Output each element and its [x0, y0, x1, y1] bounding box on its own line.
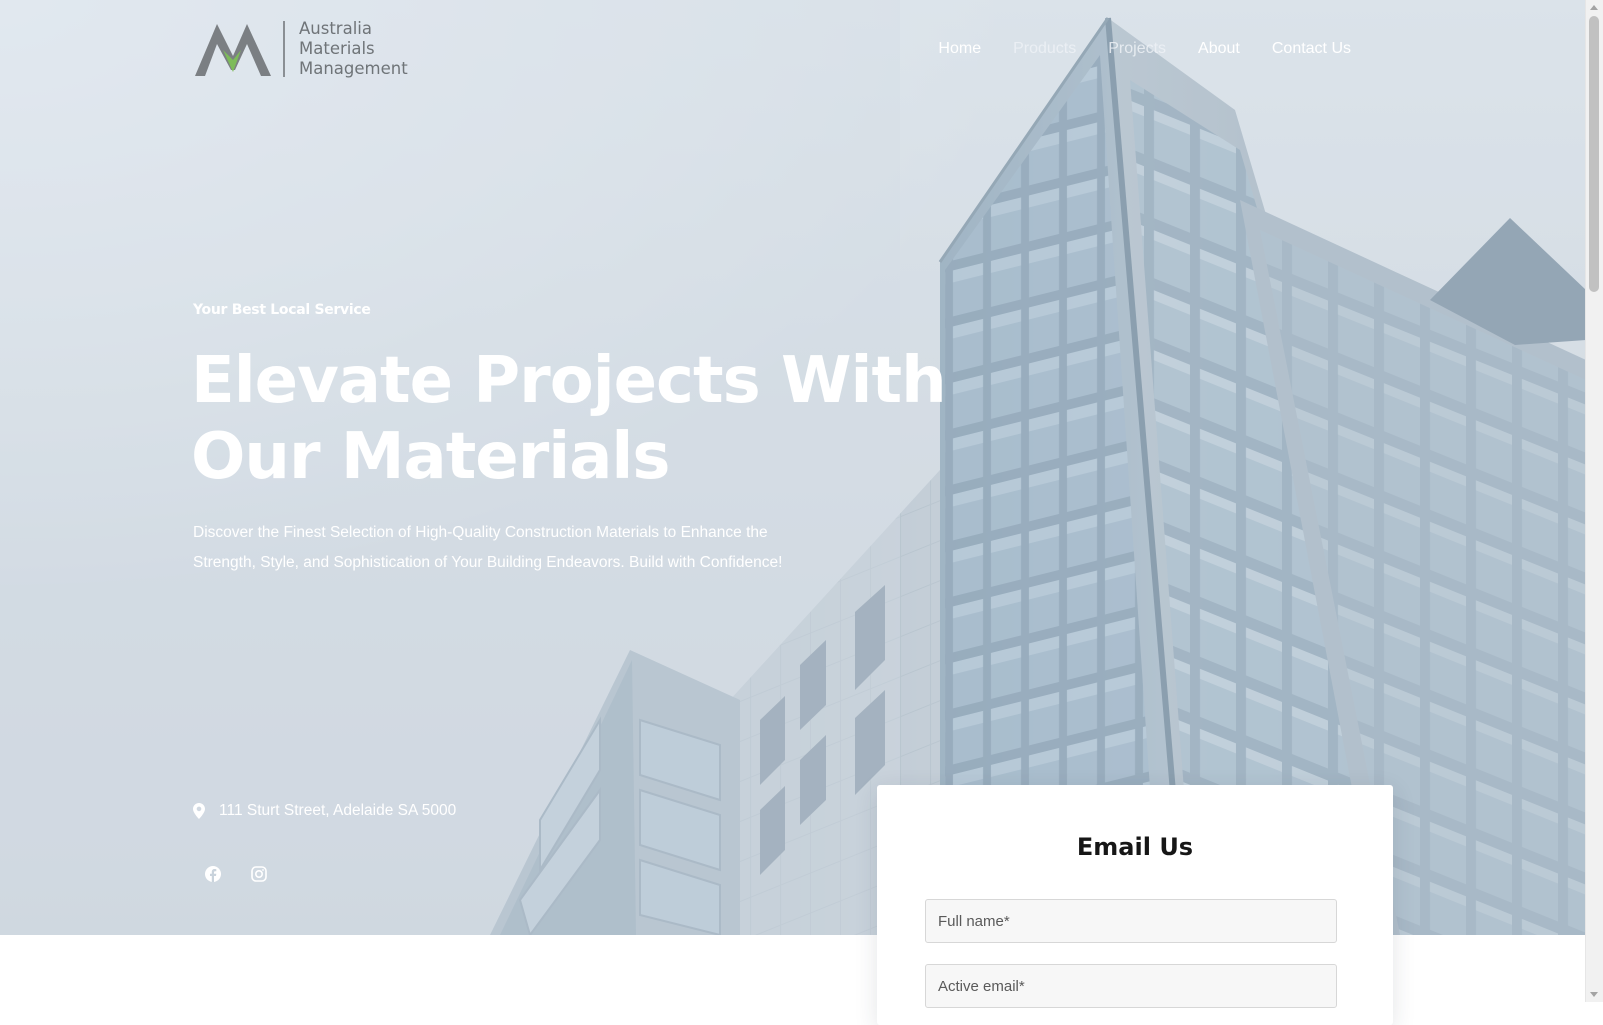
brand-logo-mark-icon	[195, 24, 271, 76]
email-us-title: Email Us	[1076, 833, 1194, 861]
scrollbar-thumb[interactable]	[1589, 16, 1599, 292]
facebook-icon	[205, 866, 221, 882]
brand-name-line-1: Australia	[299, 19, 372, 38]
nav-contact-us[interactable]: Contact Us	[1256, 39, 1367, 59]
instagram-icon	[251, 866, 267, 882]
hero-subtext: Discover the Finest Selection of High-Qu…	[193, 524, 783, 571]
brand-name-line-3: Management	[299, 59, 408, 78]
social-links	[205, 866, 269, 884]
scroll-down-arrow-icon[interactable]	[1590, 992, 1598, 997]
nav-projects[interactable]: Projects	[1092, 39, 1182, 59]
logo-divider	[283, 21, 285, 77]
instagram-link[interactable]	[251, 866, 269, 884]
address-text: 111 Sturt Street, Adelaide SA 5000	[219, 802, 457, 819]
hero-headline-line-1: Elevate Projects With	[191, 344, 947, 418]
brand-name: Australia Materials Management	[299, 19, 408, 79]
nav-about[interactable]: About	[1182, 39, 1256, 59]
facebook-link[interactable]	[205, 866, 223, 884]
nav-home[interactable]: Home	[922, 39, 997, 59]
map-pin-icon	[193, 803, 205, 819]
active-email-input[interactable]	[925, 964, 1337, 1008]
main-nav: Home Products Projects About Contact Us	[922, 39, 1367, 59]
hero-headline: Elevate Projects With Our Materials	[191, 343, 951, 495]
full-name-input[interactable]	[925, 899, 1337, 943]
hero-headline-line-2: Our Materials	[191, 420, 670, 494]
brand-logo[interactable]: Australia Materials Management	[195, 19, 408, 79]
hero-eyebrow: Your Best Local Service	[193, 302, 371, 318]
nav-products[interactable]: Products	[997, 39, 1092, 59]
brand-name-line-2: Materials	[299, 39, 375, 58]
email-us-card: Email Us	[877, 785, 1393, 1025]
page-scrollbar[interactable]	[1585, 0, 1603, 1002]
address: 111 Sturt Street, Adelaide SA 5000	[193, 802, 456, 820]
scroll-up-arrow-icon[interactable]	[1590, 5, 1598, 10]
